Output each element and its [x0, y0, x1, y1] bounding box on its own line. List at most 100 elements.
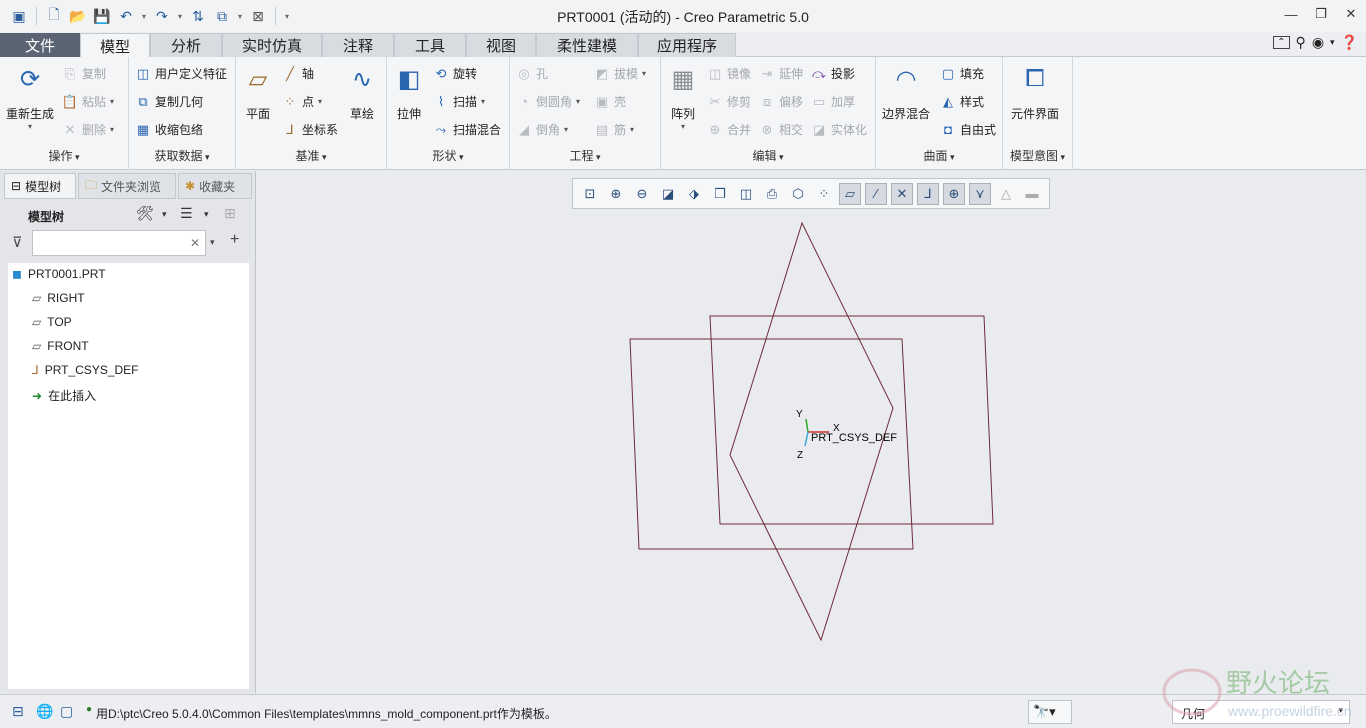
group-label-surfaces[interactable]: 曲面	[876, 147, 1002, 164]
component-interface-button[interactable]: ⧠ 元件界面	[1011, 63, 1059, 122]
selection-filter[interactable]: 几何 ▾	[1172, 700, 1350, 724]
style-button[interactable]: ◭ 样式	[940, 93, 984, 110]
copy-geometry-button[interactable]: ⧉ 复制几何	[135, 93, 203, 110]
chamfer-button[interactable]: ◢ 倒角 ▾	[516, 121, 568, 138]
tree-item-top[interactable]: ▱ TOP	[32, 315, 72, 329]
tree-item-right[interactable]: ▱ RIGHT	[32, 291, 85, 305]
settings-icon[interactable]: 🛠	[136, 205, 154, 222]
windows-icon[interactable]: ⧉	[211, 5, 233, 27]
swept-blend-button[interactable]: ⤳ 扫描混合	[433, 121, 501, 138]
csys-button[interactable]: ⅃ 坐标系	[282, 121, 338, 138]
merge-button[interactable]: ⊕ 合并	[707, 121, 751, 138]
group-label-model-intent[interactable]: 模型意图	[1003, 147, 1072, 164]
undo-icon[interactable]: ↶	[115, 5, 137, 27]
search-icon[interactable]: ⚲	[1296, 34, 1306, 51]
udf-button[interactable]: ◫ 用户定义特征	[135, 65, 227, 82]
mirror-button[interactable]: ◫ 镜像	[707, 65, 751, 82]
tree-item-front[interactable]: ▱ FRONT	[32, 339, 89, 353]
tab-folder-browser[interactable]: 🗀 文件夹浏览	[78, 173, 176, 199]
tab-analysis[interactable]: 分析	[150, 33, 222, 57]
regenerate-button[interactable]: ⟳ 重新生成 ▾	[6, 63, 54, 132]
filter-icon[interactable]: ⊽	[12, 234, 22, 251]
tab-applications[interactable]: 应用程序	[638, 33, 736, 57]
rib-button[interactable]: ▤ 筋 ▾	[594, 121, 634, 138]
new-icon[interactable]: 🗋	[43, 5, 65, 27]
shell-button[interactable]: ▣ 壳	[594, 93, 626, 110]
show-icon[interactable]: ☰	[180, 205, 193, 222]
group-label-get-data[interactable]: 获取数据	[129, 147, 235, 164]
restore-icon[interactable]: ❐	[1306, 0, 1336, 28]
intersect-button[interactable]: ⊗ 相交	[759, 121, 803, 138]
trim-button[interactable]: ✂ 修剪	[707, 93, 751, 110]
boundary-blend-button[interactable]: ◠ 边界混合	[882, 63, 930, 122]
undo-dropdown-icon[interactable]: ▾	[139, 12, 149, 21]
search-dropdown-icon[interactable]: ▾	[210, 237, 215, 248]
regenerate-dropdown-icon[interactable]: ▾	[28, 122, 32, 131]
fill-button[interactable]: ▢ 填充	[940, 65, 984, 82]
thicken-button[interactable]: ▭ 加厚	[811, 93, 855, 110]
show-dropdown-icon[interactable]: ▾	[204, 209, 209, 220]
group-label-operations[interactable]: 操作	[0, 147, 128, 164]
search-input[interactable]	[33, 231, 183, 255]
add-icon[interactable]: +	[230, 231, 239, 249]
regenerate-icon[interactable]: ⇅	[187, 5, 209, 27]
settings-dropdown-icon[interactable]: ▾	[162, 209, 167, 220]
shrinkwrap-button[interactable]: ▦ 收缩包络	[135, 121, 203, 138]
point-button[interactable]: ⁘ 点 ▾	[282, 93, 322, 110]
open-icon[interactable]: 📂	[67, 5, 89, 27]
sketch-button[interactable]: ∿ 草绘	[346, 63, 378, 122]
tab-file[interactable]: 文件	[0, 33, 80, 57]
group-label-shapes[interactable]: 形状	[387, 147, 509, 164]
redo-icon[interactable]: ↷	[151, 5, 173, 27]
close-icon[interactable]: ✕	[1336, 0, 1366, 28]
group-label-editing[interactable]: 编辑	[661, 147, 875, 164]
clear-search-icon[interactable]: ✕	[190, 236, 200, 250]
group-label-engineering[interactable]: 工程	[510, 147, 660, 164]
fullscreen-icon[interactable]: ▢	[60, 703, 73, 720]
project-button[interactable]: ⤼ 投影	[811, 65, 855, 82]
navigator-toggle-icon[interactable]: ⊟	[12, 703, 24, 720]
sweep-button[interactable]: ⌇ 扫描 ▾	[433, 93, 485, 110]
plane-button[interactable]: ▱ 平面	[242, 63, 274, 122]
help-icon[interactable]: ❓	[1341, 34, 1358, 51]
windows-dropdown-icon[interactable]: ▾	[235, 12, 245, 21]
axis-button[interactable]: ╱ 轴	[282, 65, 314, 82]
tree-item-part[interactable]: ◼ PRT0001.PRT	[12, 267, 106, 281]
tab-live-simulation[interactable]: 实时仿真	[222, 33, 322, 57]
revolve-button[interactable]: ⟲ 旋转	[433, 65, 477, 82]
pattern-button[interactable]: ▦ 阵列 ▾	[667, 63, 699, 132]
find-icon[interactable]: 🔭▾	[1028, 700, 1072, 724]
paste-button[interactable]: 📋 粘贴 ▾	[62, 93, 114, 110]
pattern-dropdown-icon[interactable]: ▾	[681, 122, 685, 131]
tab-model[interactable]: 模型	[80, 33, 150, 58]
tab-model-tree[interactable]: ⊟ 模型树	[4, 173, 76, 199]
delete-button[interactable]: ✕ 删除 ▾	[62, 121, 114, 138]
solidify-button[interactable]: ◪ 实体化	[811, 121, 867, 138]
round-button[interactable]: ◔ 倒圆角 ▾	[516, 93, 580, 110]
group-label-datum[interactable]: 基准	[236, 147, 386, 164]
community-dropdown-icon[interactable]: ▾	[1330, 37, 1335, 48]
graphics-area[interactable]: ⊡ ⊕ ⊖ ◪ ⬗ ❒ ◫ ⎙ ⬡ ⁘ ▱ ⁄ ✕ ⅃ ⊕ ⋎ △ ▬ X Y …	[257, 171, 1366, 693]
app-menu-icon[interactable]: ▣	[8, 5, 30, 27]
customize-dropdown-icon[interactable]: ▾	[282, 12, 292, 21]
tree-columns-icon[interactable]: ⊞	[224, 205, 236, 222]
close-window-icon[interactable]: ⊠	[247, 5, 269, 27]
extend-button[interactable]: ⇥ 延伸	[759, 65, 803, 82]
collapse-ribbon-icon[interactable]: ⌃	[1273, 36, 1290, 49]
tab-annotate[interactable]: 注释	[322, 33, 394, 57]
extrude-button[interactable]: ◧ 拉伸	[393, 63, 425, 122]
tab-favorites[interactable]: ✱ 收藏夹	[178, 173, 252, 199]
hole-button[interactable]: ◎ 孔	[516, 65, 548, 82]
tree-item-csys[interactable]: ⅃ PRT_CSYS_DEF	[32, 363, 139, 377]
tab-tools[interactable]: 工具	[394, 33, 466, 57]
browser-toggle-icon[interactable]: 🌐	[36, 703, 53, 720]
freestyle-button[interactable]: ◘ 自由式	[940, 121, 996, 138]
draft-button[interactable]: ◩ 拔模 ▾	[594, 65, 646, 82]
offset-button[interactable]: ⧈ 偏移	[759, 93, 803, 110]
tree-item-insert-here[interactable]: ➜ 在此插入	[32, 387, 96, 404]
tab-flexible-modeling[interactable]: 柔性建模	[536, 33, 638, 57]
tab-view[interactable]: 视图	[466, 33, 536, 57]
redo-dropdown-icon[interactable]: ▾	[175, 12, 185, 21]
minimize-icon[interactable]: —	[1276, 0, 1306, 28]
save-icon[interactable]: 💾	[91, 5, 113, 27]
